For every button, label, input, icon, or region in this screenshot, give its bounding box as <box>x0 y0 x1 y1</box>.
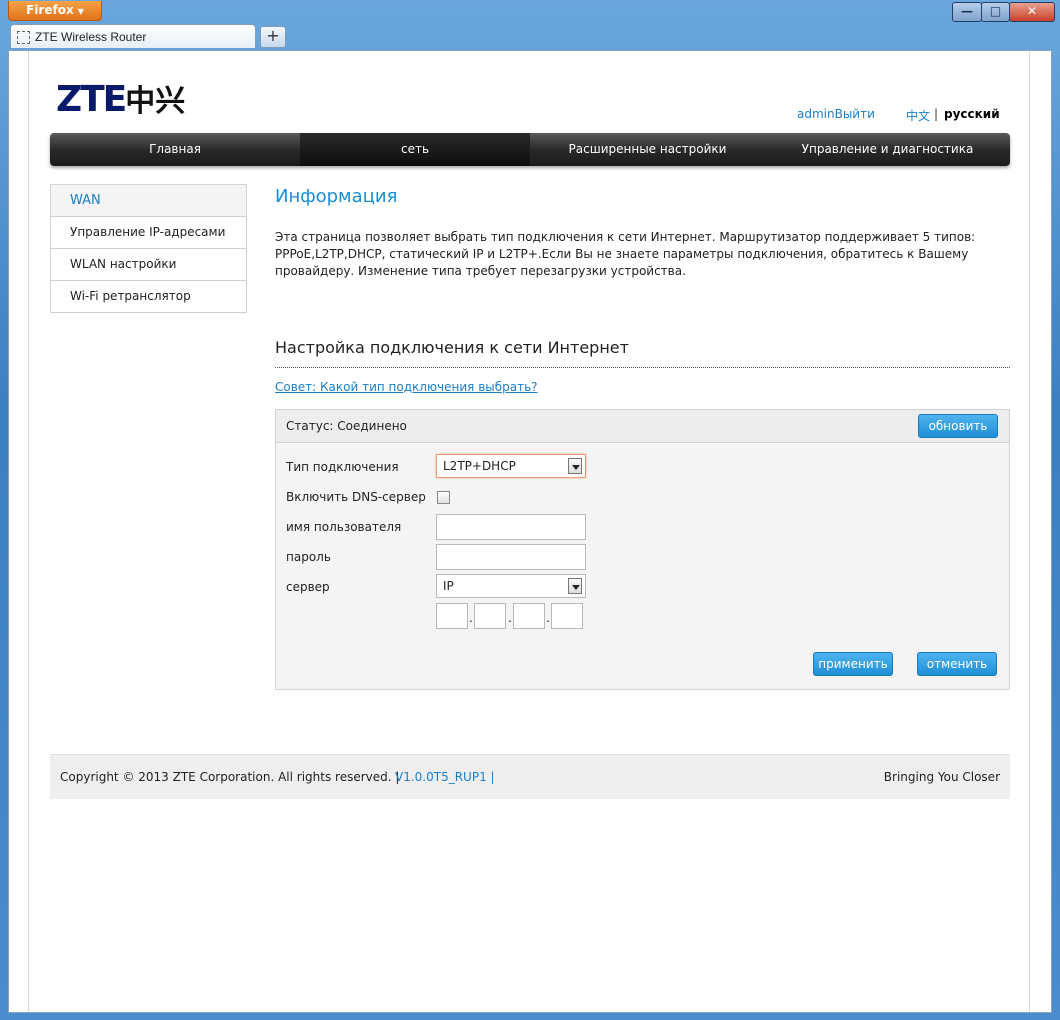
language-separator: | <box>934 107 939 121</box>
router-page: ZTE中兴 adminВыйти 中文 | русский Главная се… <box>0 0 1060 1020</box>
nav-network[interactable]: сеть <box>300 133 530 166</box>
connection-type-label: Тип подключения <box>286 460 399 474</box>
language-chinese-link[interactable]: 中文 <box>906 107 930 124</box>
nav-home[interactable]: Главная <box>50 133 300 166</box>
connection-panel: Статус: Соединено обновить Тип подключен… <box>275 409 1010 690</box>
page-description: Эта страница позволяет выбрать тип подкл… <box>275 230 976 278</box>
slogan: Bringing You Closer <box>883 770 1000 784</box>
nav-advanced[interactable]: Расширенные настройки <box>530 133 765 166</box>
ip-separator: . <box>508 611 512 625</box>
server-type-value: IP <box>443 579 454 593</box>
username-input[interactable] <box>436 514 586 540</box>
footer: Copyright © 2013 ZTE Corporation. All ri… <box>50 754 1010 799</box>
ip-separator: . <box>546 611 550 625</box>
language-russian-link[interactable]: русский <box>944 107 1000 121</box>
cancel-button[interactable]: отменить <box>917 652 997 676</box>
connection-tip-link[interactable]: Совет: Какой тип подключения выбрать? <box>275 380 538 394</box>
connection-status: Статус: Соединено <box>286 419 407 433</box>
server-type-select[interactable]: IP <box>436 574 586 598</box>
firmware-version: V1.0.0T5_RUP1 | <box>395 770 495 784</box>
ip-octet-4[interactable] <box>551 603 583 629</box>
server-label: сервер <box>286 580 330 594</box>
sidebar-item-wlan[interactable]: WLAN настройки <box>50 249 247 281</box>
section-divider <box>275 367 1010 368</box>
ip-octet-2[interactable] <box>474 603 506 629</box>
refresh-button[interactable]: обновить <box>918 414 998 438</box>
dns-checkbox[interactable] <box>437 491 450 504</box>
zte-logo: ZTE中兴 <box>56 79 186 120</box>
connection-type-select[interactable]: L2TP+DHCP <box>436 454 586 478</box>
sidebar-item-wifi-repeater[interactable]: Wi-Fi ретранслятор <box>50 281 247 313</box>
ip-separator: . <box>469 611 473 625</box>
logout-link[interactable]: adminВыйти <box>797 107 875 121</box>
chevron-down-icon <box>568 458 582 474</box>
copyright-text: Copyright © 2013 ZTE Corporation. All ri… <box>60 770 400 784</box>
username-label: имя пользователя <box>286 520 402 534</box>
page-title: Информация <box>275 186 398 207</box>
connection-type-value: L2TP+DHCP <box>443 459 516 473</box>
apply-button[interactable]: применить <box>813 652 893 676</box>
main-nav: Главная сеть Расширенные настройки Управ… <box>50 133 1010 166</box>
nav-management[interactable]: Управление и диагностика <box>765 133 1010 166</box>
sidebar-item-wan[interactable]: WAN <box>50 184 247 217</box>
dns-label: Включить DNS-сервер <box>286 490 426 504</box>
sidebar-item-ip-management[interactable]: Управление IP-адресами <box>50 217 247 249</box>
sidebar: WAN Управление IP-адресами WLAN настройк… <box>50 184 247 313</box>
section-title: Настройка подключения к сети Интернет <box>275 338 629 357</box>
ip-octet-3[interactable] <box>513 603 545 629</box>
ip-octet-1[interactable] <box>436 603 468 629</box>
panel-header: Статус: Соединено обновить <box>276 410 1009 443</box>
password-label: пароль <box>286 550 331 564</box>
chevron-down-icon <box>568 578 582 594</box>
password-input[interactable] <box>436 544 586 570</box>
